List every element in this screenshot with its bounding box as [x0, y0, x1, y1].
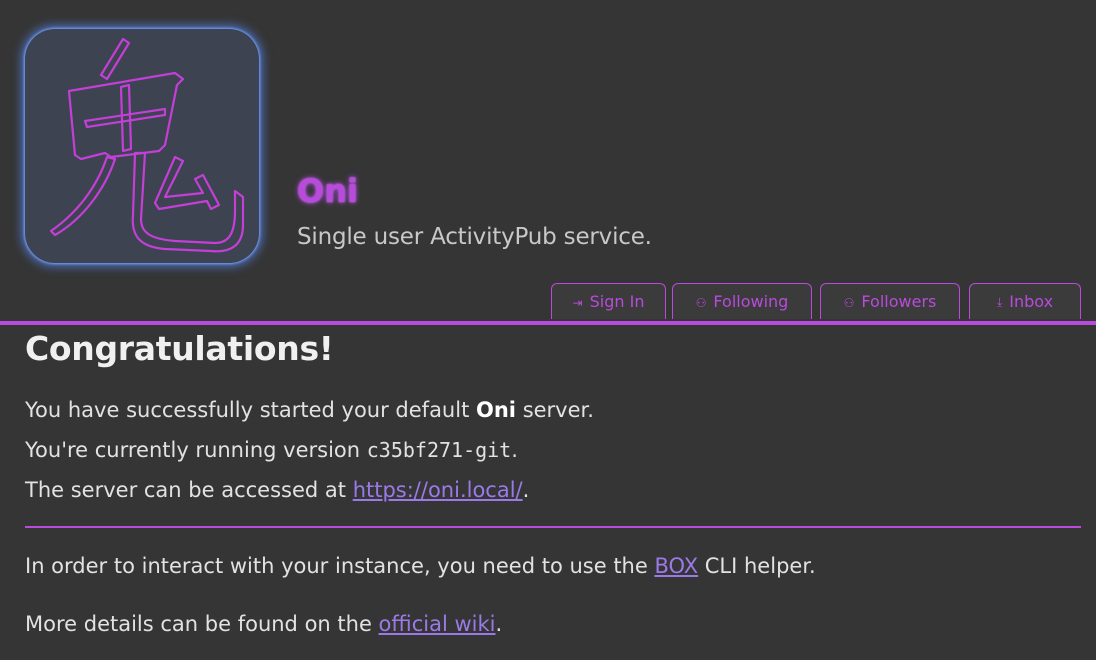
started-prefix: You have successfully started your defau… [25, 398, 476, 422]
tab-label: Following [713, 292, 789, 311]
following-icon: ⚇ [695, 295, 707, 310]
tab-followers[interactable]: ⚇ Followers [820, 283, 960, 319]
wiki-suffix: . [495, 612, 503, 636]
tab-label: Followers [861, 292, 937, 311]
tab-following[interactable]: ⚇ Following [672, 283, 812, 319]
version-suffix: . [511, 438, 518, 462]
server-url-link[interactable]: https://oni.local/ [353, 478, 523, 502]
box-cli-line: In order to interact with your instance,… [25, 546, 1081, 586]
version-line: You're currently running version c35bf27… [25, 430, 1081, 470]
wiki-prefix: More details can be found on the [25, 612, 379, 636]
tab-sign-in[interactable]: ⇥ Sign In [551, 283, 666, 319]
site-header: Oni Single user ActivityPub service. ⇥ S… [0, 0, 1096, 322]
followers-icon: ⚇ [843, 295, 855, 310]
content-divider [25, 526, 1081, 528]
nav-tabs: ⇥ Sign In ⚇ Following ⚇ Followers ⤓ Inbo… [0, 283, 1096, 323]
tab-label: Inbox [1009, 292, 1054, 311]
version-prefix: You're currently running version [25, 438, 367, 462]
started-suffix: server. [516, 398, 594, 422]
site-logo[interactable] [25, 29, 259, 263]
oni-kanji-icon [49, 37, 245, 253]
version-code: c35bf271-git [366, 438, 512, 462]
box-link[interactable]: BOX [654, 554, 698, 578]
access-prefix: The server can be accessed at [25, 478, 353, 502]
sign-in-icon: ⇥ [572, 295, 583, 310]
access-line: The server can be accessed at https://on… [25, 470, 1081, 510]
page-heading: Congratulations! [25, 329, 334, 368]
box-suffix: CLI helper. [698, 554, 816, 578]
title-block: Oni Single user ActivityPub service. [297, 170, 652, 250]
tab-label: Sign In [589, 292, 645, 311]
server-name: Oni [476, 398, 517, 422]
tab-inbox[interactable]: ⤓ Inbox [969, 283, 1081, 319]
official-wiki-link[interactable]: official wiki [379, 612, 496, 636]
wiki-line: More details can be found on the officia… [25, 604, 1081, 644]
started-line: You have successfully started your defau… [25, 390, 1081, 430]
inbox-download-icon: ⤓ [996, 295, 1003, 309]
site-subtitle: Single user ActivityPub service. [297, 224, 652, 250]
box-prefix: In order to interact with your instance,… [25, 554, 655, 578]
site-title[interactable]: Oni [297, 170, 652, 212]
access-suffix: . [522, 478, 530, 502]
main-content: Congratulations! You have successfully s… [25, 325, 1081, 644]
